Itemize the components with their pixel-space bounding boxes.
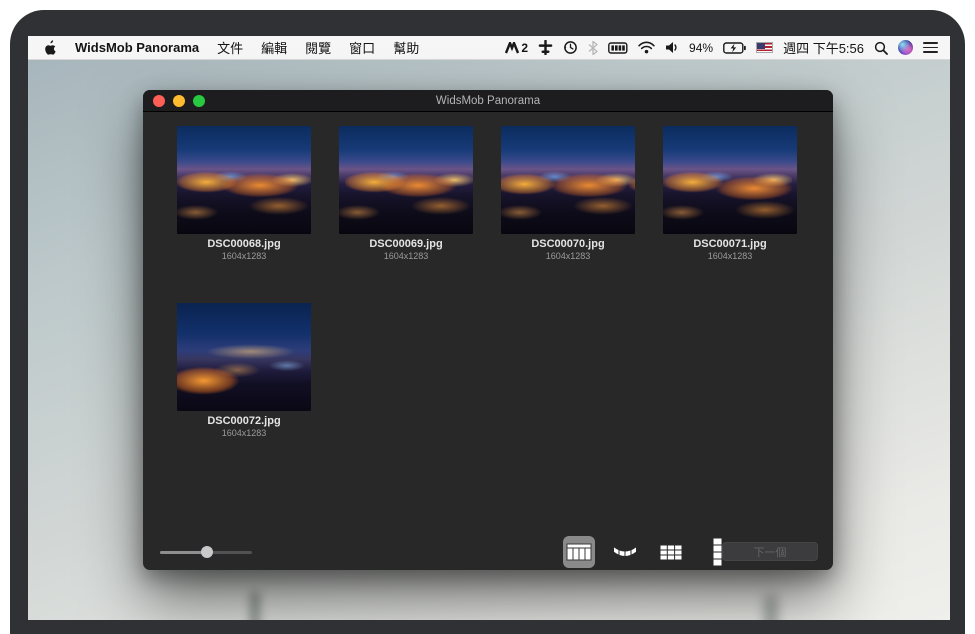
photo-dimensions: 1604x1283	[501, 251, 635, 261]
peaks-count: 2	[521, 41, 528, 55]
tile-stitch-icon	[659, 544, 683, 561]
app-window: WidsMob Panorama DSC00068.jpg 1604x1283	[143, 90, 833, 570]
wifi-icon[interactable]	[638, 39, 655, 57]
photo-dimensions: 1604x1283	[663, 251, 797, 261]
app-menu-title[interactable]: WidsMob Panorama	[75, 40, 199, 55]
cylinder-stitch-icon	[612, 543, 638, 561]
bluetooth-icon[interactable]	[588, 39, 598, 57]
slider-fill	[160, 551, 207, 554]
photo-item[interactable]: DSC00069.jpg 1604x1283	[339, 126, 473, 261]
photo-filename: DSC00072.jpg	[177, 415, 311, 427]
keyboard-battery-icon[interactable]	[608, 39, 628, 57]
battery-percent: 94%	[689, 41, 713, 55]
photo-item[interactable]: DSC00071.jpg 1604x1283	[663, 126, 797, 261]
photo-thumbnail[interactable]	[339, 126, 473, 234]
menu-bar: WidsMob Panorama 文件 編輯 閱覽 窗口 幫助 2	[28, 36, 950, 60]
zoom-button[interactable]	[193, 95, 205, 107]
photo-item[interactable]: DSC00068.jpg 1604x1283	[177, 126, 311, 261]
photo-filename: DSC00069.jpg	[339, 238, 473, 250]
screenshot-stage: WidsMob Panorama 文件 編輯 閱覽 窗口 幫助 2	[0, 0, 975, 634]
wallpaper-curve-center	[539, 593, 717, 620]
apple-icon[interactable]	[44, 39, 57, 57]
wallpaper-stem-right	[765, 596, 777, 620]
siri-icon[interactable]	[898, 40, 913, 55]
horizontal-stitch-icon	[566, 543, 592, 561]
photo-dimensions: 1604x1283	[177, 251, 311, 261]
mode-cylinder-stitch-button[interactable]	[609, 536, 641, 568]
window-titlebar[interactable]: WidsMob Panorama	[143, 90, 833, 112]
stitch-mode-group	[563, 536, 733, 568]
window-title: WidsMob Panorama	[436, 95, 540, 107]
aircraft-icon[interactable]	[538, 39, 553, 57]
photo-item[interactable]: DSC00072.jpg 1604x1283	[177, 303, 311, 438]
photo-thumbnail[interactable]	[177, 126, 311, 234]
photo-dimensions: 1604x1283	[177, 428, 311, 438]
thumbnail-zoom-slider[interactable]	[160, 545, 252, 559]
menu-view[interactable]: 閱覽	[305, 38, 331, 57]
window-controls	[153, 95, 205, 107]
menu-help[interactable]: 幫助	[393, 38, 419, 57]
notification-center-icon[interactable]	[923, 42, 938, 53]
minimize-button[interactable]	[173, 95, 185, 107]
volume-icon[interactable]	[665, 39, 679, 57]
photo-thumbnail[interactable]	[663, 126, 797, 234]
time-machine-icon[interactable]	[563, 39, 578, 57]
photo-item[interactable]: DSC00070.jpg 1604x1283	[501, 126, 635, 261]
menu-window[interactable]: 窗口	[349, 38, 375, 57]
desktop-screen: WidsMob Panorama 文件 編輯 閱覽 窗口 幫助 2	[28, 36, 950, 620]
mode-tile-stitch-button[interactable]	[655, 536, 687, 568]
peaks-indicator-icon[interactable]: 2	[505, 41, 528, 55]
desktop-wallpaper: WidsMob Panorama DSC00068.jpg 1604x1283	[28, 60, 950, 620]
spotlight-search-icon[interactable]	[874, 39, 888, 57]
mode-horizontal-stitch-button[interactable]	[563, 536, 595, 568]
vertical-stitch-icon	[712, 537, 723, 567]
photo-filename: DSC00070.jpg	[501, 238, 635, 250]
next-step-button[interactable]: 下一個	[722, 542, 818, 561]
display-bezel: WidsMob Panorama 文件 編輯 閱覽 窗口 幫助 2	[10, 10, 965, 634]
photo-filename: DSC00071.jpg	[663, 238, 797, 250]
menu-edit[interactable]: 編輯	[261, 38, 287, 57]
photo-thumbnail[interactable]	[501, 126, 635, 234]
menu-file[interactable]: 文件	[217, 38, 243, 57]
slider-knob[interactable]	[201, 546, 213, 558]
menu-clock[interactable]: 週四 下午5:56	[783, 38, 864, 57]
photo-filename: DSC00068.jpg	[177, 238, 311, 250]
close-button[interactable]	[153, 95, 165, 107]
battery-charging-icon[interactable]	[723, 39, 746, 57]
wallpaper-stem-left	[250, 592, 260, 620]
photo-dimensions: 1604x1283	[339, 251, 473, 261]
photo-thumbnail[interactable]	[177, 303, 311, 411]
us-flag-icon[interactable]	[756, 42, 773, 53]
